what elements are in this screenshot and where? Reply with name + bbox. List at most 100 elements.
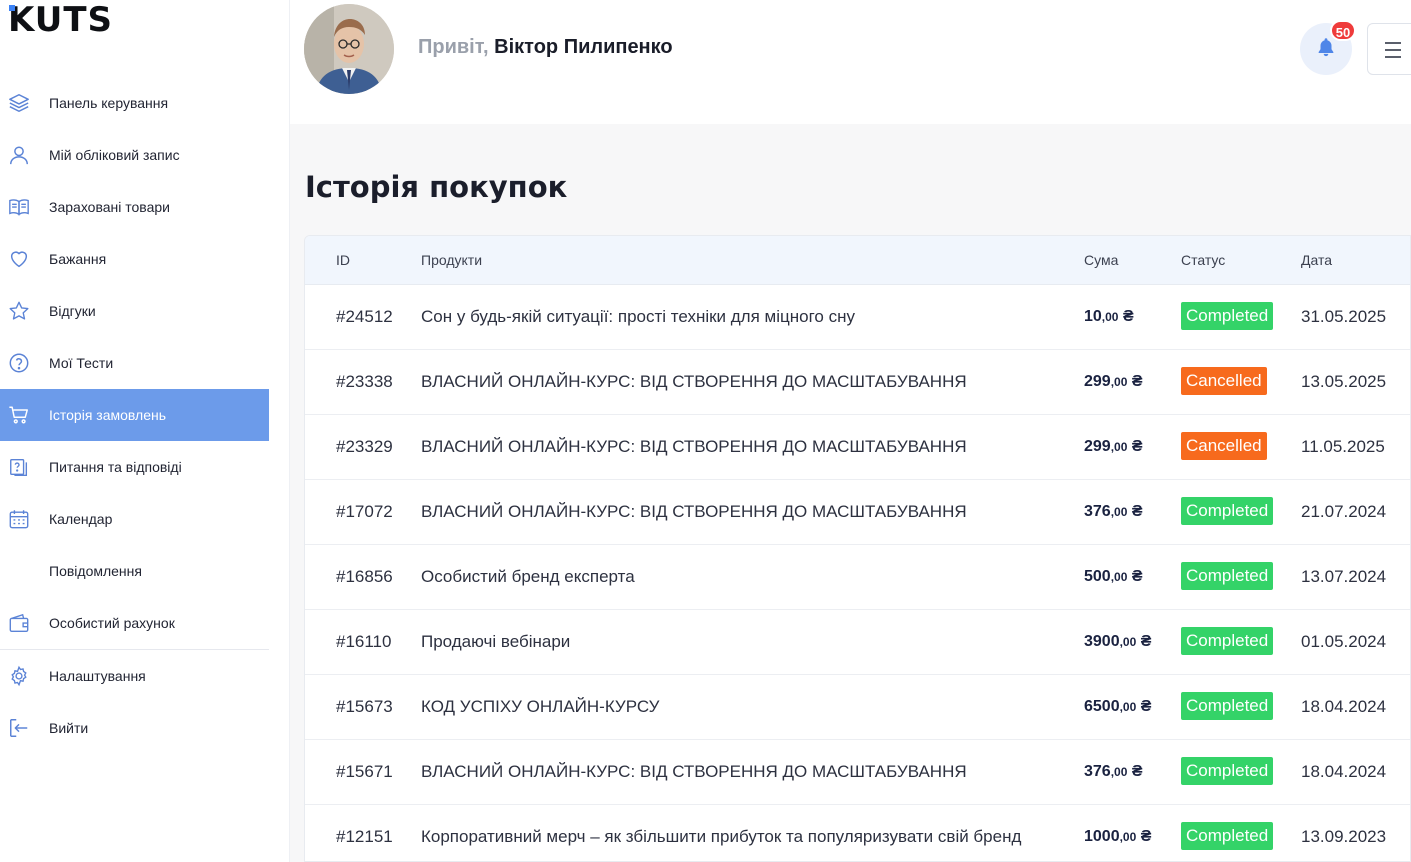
order-id[interactable]: #23338 <box>336 372 393 392</box>
status-badge: Completed <box>1181 497 1274 525</box>
sidebar-item-wishlist[interactable]: Бажання <box>0 233 269 285</box>
currency-symbol: ₴ <box>1140 633 1152 650</box>
sidebar-item-label: Мої Тести <box>49 355 114 371</box>
sidebar-item-messages[interactable]: Повідомлення <box>0 545 269 597</box>
order-id[interactable]: #16110 <box>336 632 391 652</box>
status-badge: Completed <box>1181 757 1274 785</box>
status-badge: Cancelled <box>1181 432 1267 460</box>
sidebar-item-enrolled[interactable]: Зараховані товари <box>0 181 269 233</box>
hamburger-icon <box>1385 42 1401 63</box>
table-row[interactable]: #23338 ВЛАСНИЙ ОНЛАЙН-КУРС: ВІД СТВОРЕННЯ… <box>305 350 1410 415</box>
order-date: 18.04.2024 <box>1301 762 1387 781</box>
order-product[interactable]: ВЛАСНИЙ ОНЛАЙН-КУРС: ВІД СТВОРЕННЯ ДО МА… <box>421 437 967 457</box>
order-date: 13.05.2025 <box>1301 372 1387 391</box>
amount-integer: 6500 <box>1084 698 1120 715</box>
amount-integer: 500 <box>1084 568 1111 585</box>
amount-integer: 376 <box>1084 503 1111 520</box>
gear-icon <box>8 665 30 687</box>
logo-dot <box>9 5 15 11</box>
avatar[interactable] <box>304 4 394 94</box>
greeting: Привіт, Віктор Пилипенко <box>418 36 673 59</box>
order-amount: 10,00 ₴ <box>1084 308 1134 326</box>
sidebar-item-settings[interactable]: Налаштування <box>0 650 269 702</box>
order-id[interactable]: #15673 <box>336 697 393 717</box>
sidebar-item-quizzes[interactable]: Мої Тести <box>0 337 269 389</box>
sidebar-item-account[interactable]: Мій обліковий запис <box>0 129 269 181</box>
table-row[interactable]: #17072 ВЛАСНИЙ ОНЛАЙН-КУРС: ВІД СТВОРЕННЯ… <box>305 480 1410 545</box>
amount-decimals: ,00 <box>1110 505 1128 519</box>
hamburger-menu-button[interactable] <box>1367 23 1411 75</box>
table-row[interactable]: #15671 ВЛАСНИЙ ОНЛАЙН-КУРС: ВІД СТВОРЕННЯ… <box>305 740 1410 805</box>
order-id[interactable]: #24512 <box>336 307 393 327</box>
sidebar-item-qa[interactable]: Питання та відповіді <box>0 441 269 493</box>
order-date: 11.05.2025 <box>1301 437 1385 456</box>
order-product[interactable]: ВЛАСНИЙ ОНЛАЙН-КУРС: ВІД СТВОРЕННЯ ДО МА… <box>421 502 967 522</box>
table-row[interactable]: #23329 ВЛАСНИЙ ОНЛАЙН-КУРС: ВІД СТВОРЕННЯ… <box>305 415 1410 480</box>
question-doc-icon <box>8 456 30 478</box>
sidebar-item-label: Історія замовлень <box>49 407 167 423</box>
order-product[interactable]: ВЛАСНИЙ ОНЛАЙН-КУРС: ВІД СТВОРЕННЯ ДО МА… <box>421 762 967 782</box>
sidebar-item-order-history[interactable]: Історія замовлень <box>0 389 269 441</box>
sidebar-item-label: Бажання <box>49 251 107 267</box>
currency-symbol: ₴ <box>1131 438 1143 455</box>
book-open-icon <box>8 196 30 218</box>
order-amount: 500,00 ₴ <box>1084 568 1143 586</box>
order-product[interactable]: Особистий бренд експерта <box>421 567 635 587</box>
cart-icon <box>8 404 30 426</box>
kuts-logo[interactable]: KUTS <box>8 2 113 38</box>
col-id: ID <box>336 252 350 268</box>
order-product[interactable]: ВЛАСНИЙ ОНЛАЙН-КУРС: ВІД СТВОРЕННЯ ДО МА… <box>421 372 967 392</box>
currency-symbol: ₴ <box>1140 828 1152 845</box>
order-id[interactable]: #12151 <box>336 827 393 847</box>
heart-icon <box>8 248 30 270</box>
order-id[interactable]: #15671 <box>336 762 393 782</box>
order-date: 13.07.2024 <box>1301 567 1387 586</box>
currency-symbol: ₴ <box>1131 763 1143 780</box>
order-product[interactable]: КОД УСПІХУ ОНЛАЙН-КУРСУ <box>421 697 659 717</box>
col-sum: Сума <box>1084 252 1119 268</box>
order-date: 13.09.2023 <box>1301 827 1387 846</box>
amount-integer: 1000 <box>1084 828 1120 845</box>
order-id[interactable]: #17072 <box>336 502 393 522</box>
amount-integer: 299 <box>1084 438 1111 455</box>
sidebar-item-label: Зараховані товари <box>49 199 170 215</box>
status-badge: Completed <box>1181 302 1274 330</box>
sidebar-item-personal-account[interactable]: Особистий рахунок <box>0 597 269 649</box>
status-badge: Completed <box>1181 692 1274 720</box>
col-products: Продукти <box>421 252 483 268</box>
order-product[interactable]: Продаючі вебінари <box>421 632 570 652</box>
order-id[interactable]: #16856 <box>336 567 393 587</box>
sidebar-item-reviews[interactable]: Відгуки <box>0 285 269 337</box>
table-row[interactable]: #15673 КОД УСПІХУ ОНЛАЙН-КУРСУ 6500,00 ₴ Co… <box>305 675 1410 740</box>
currency-symbol: ₴ <box>1131 568 1143 585</box>
status-badge: Completed <box>1181 562 1274 590</box>
layers-icon <box>8 92 30 114</box>
sidebar-item-calendar[interactable]: Календар <box>0 493 269 545</box>
order-product[interactable]: Сон у будь-якій ситуації: прості техніки… <box>421 307 855 327</box>
table-row[interactable]: #16856 Особистий бренд експерта 500,00 ₴ Co… <box>305 545 1410 610</box>
sidebar-item-label: Особистий рахунок <box>49 615 175 631</box>
table-row[interactable]: #12151 Корпоративний мерч – як збільшити … <box>305 805 1410 861</box>
currency-symbol: ₴ <box>1122 308 1134 325</box>
amount-integer: 10 <box>1084 308 1102 325</box>
sidebar-item-label: Календар <box>49 511 113 527</box>
col-date: Дата <box>1301 252 1333 268</box>
order-amount: 376,00 ₴ <box>1084 763 1143 781</box>
sidebar-item-logout[interactable]: Вийти <box>0 702 269 754</box>
bell-icon <box>1315 36 1337 63</box>
table-row[interactable]: #16110 Продаючі вебінари 3900,00 ₴ Complete… <box>305 610 1410 675</box>
sidebar-item-dashboard[interactable]: Панель керування <box>0 77 269 129</box>
order-id[interactable]: #23329 <box>336 437 393 457</box>
page-title: Історія покупок <box>305 170 568 204</box>
table-row[interactable]: #24512 Сон у будь-якій ситуації: прості т… <box>305 285 1410 350</box>
user-name: Віктор Пилипенко <box>494 36 673 58</box>
sidebar-item-label: Вийти <box>49 720 89 736</box>
order-amount: 376,00 ₴ <box>1084 503 1143 521</box>
status-badge: Completed <box>1181 822 1274 850</box>
top-header: Привіт, Віктор Пилипенко 50 <box>290 0 1411 124</box>
order-amount: 6500,00 ₴ <box>1084 698 1151 716</box>
order-product[interactable]: Корпоративний мерч – як збільшити прибут… <box>421 827 1021 847</box>
calendar-icon <box>8 508 30 530</box>
orders-table: ID Продукти Сума Статус Дата #24512 Сон у… <box>304 235 1411 862</box>
notification-count-badge: 50 <box>1330 20 1356 41</box>
